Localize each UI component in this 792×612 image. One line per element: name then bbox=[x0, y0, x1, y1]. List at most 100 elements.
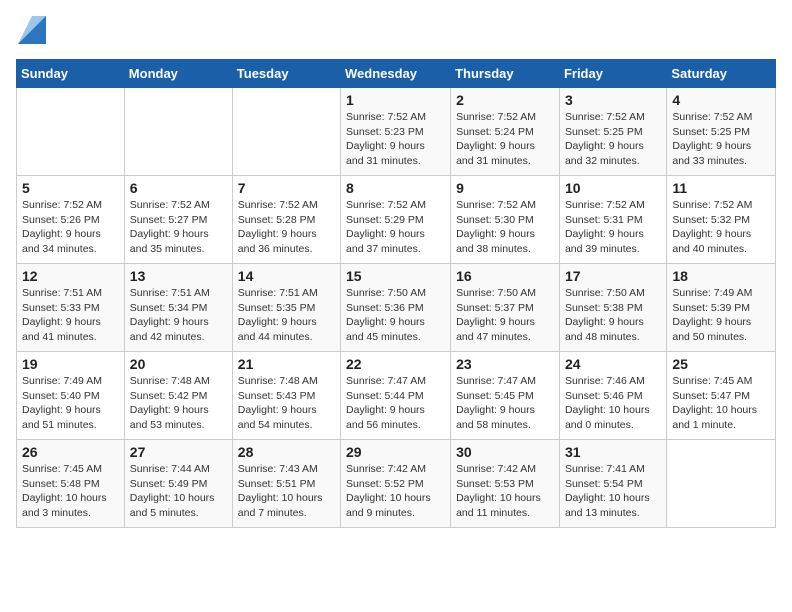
calendar-cell: 25 Sunrise: 7:45 AMSunset: 5:47 PMDayligh… bbox=[667, 352, 776, 440]
day-number: 13 bbox=[130, 268, 227, 284]
calendar-cell: 12Sunrise: 7:51 AMSunset: 5:33 PMDayligh… bbox=[17, 264, 125, 352]
day-number: 14 bbox=[238, 268, 335, 284]
day-number: 9 bbox=[456, 180, 554, 196]
calendar-cell: 6 Sunrise: 7:52 AMSunset: 5:27 PMDaylight… bbox=[124, 176, 232, 264]
day-number: 29 bbox=[346, 444, 445, 460]
calendar-week-row: 26 Sunrise: 7:45 AMSunset: 5:48 PMDayligh… bbox=[17, 440, 776, 528]
day-info: Sunrise: 7:52 AMSunset: 5:23 PMDaylight:… bbox=[346, 110, 445, 169]
day-info: Sunrise: 7:41 AMSunset: 5:54 PMDaylight:… bbox=[565, 462, 661, 521]
day-number: 12 bbox=[22, 268, 119, 284]
day-info: Sunrise: 7:48 AMSunset: 5:42 PMDaylight:… bbox=[130, 374, 227, 433]
day-info: Sunrise: 7:50 AMSunset: 5:37 PMDaylight:… bbox=[456, 286, 554, 345]
calendar-cell: 5 Sunrise: 7:52 AMSunset: 5:26 PMDaylight… bbox=[17, 176, 125, 264]
calendar-cell: 1 Sunrise: 7:52 AMSunset: 5:23 PMDaylight… bbox=[341, 88, 451, 176]
calendar-cell: 16 Sunrise: 7:50 AMSunset: 5:37 PMDayligh… bbox=[451, 264, 560, 352]
day-info: Sunrise: 7:52 AMSunset: 5:31 PMDaylight:… bbox=[565, 198, 661, 257]
day-info: Sunrise: 7:52 AMSunset: 5:25 PMDaylight:… bbox=[672, 110, 770, 169]
calendar-cell: 9 Sunrise: 7:52 AMSunset: 5:30 PMDaylight… bbox=[451, 176, 560, 264]
day-info: Sunrise: 7:45 AMSunset: 5:47 PMDaylight:… bbox=[672, 374, 770, 433]
day-number: 5 bbox=[22, 180, 119, 196]
calendar-cell: 30 Sunrise: 7:42 AMSunset: 5:53 PMDayligh… bbox=[451, 440, 560, 528]
day-number: 26 bbox=[22, 444, 119, 460]
calendar-cell: 22Sunrise: 7:47 AMSunset: 5:44 PMDayligh… bbox=[341, 352, 451, 440]
day-number: 28 bbox=[238, 444, 335, 460]
calendar-cell bbox=[17, 88, 125, 176]
day-number: 16 bbox=[456, 268, 554, 284]
calendar-header-row: SundayMondayTuesdayWednesdayThursdayFrid… bbox=[17, 60, 776, 88]
calendar-cell: 28 Sunrise: 7:43 AMSunset: 5:51 PMDayligh… bbox=[232, 440, 340, 528]
calendar-week-row: 5 Sunrise: 7:52 AMSunset: 5:26 PMDaylight… bbox=[17, 176, 776, 264]
calendar-cell: 20 Sunrise: 7:48 AMSunset: 5:42 PMDayligh… bbox=[124, 352, 232, 440]
logo-icon bbox=[18, 16, 46, 44]
day-number: 31 bbox=[565, 444, 661, 460]
day-info: Sunrise: 7:45 AMSunset: 5:48 PMDaylight:… bbox=[22, 462, 119, 521]
day-number: 25 bbox=[672, 356, 770, 372]
logo bbox=[16, 16, 46, 49]
calendar-cell: 18Sunrise: 7:49 AMSunset: 5:39 PMDayligh… bbox=[667, 264, 776, 352]
calendar-week-row: 1 Sunrise: 7:52 AMSunset: 5:23 PMDaylight… bbox=[17, 88, 776, 176]
calendar-cell: 4 Sunrise: 7:52 AMSunset: 5:25 PMDaylight… bbox=[667, 88, 776, 176]
day-number: 2 bbox=[456, 92, 554, 108]
weekday-header: Sunday bbox=[17, 60, 125, 88]
calendar-cell: 13Sunrise: 7:51 AMSunset: 5:34 PMDayligh… bbox=[124, 264, 232, 352]
day-info: Sunrise: 7:52 AMSunset: 5:26 PMDaylight:… bbox=[22, 198, 119, 257]
calendar-cell: 21Sunrise: 7:48 AMSunset: 5:43 PMDayligh… bbox=[232, 352, 340, 440]
weekday-header: Saturday bbox=[667, 60, 776, 88]
day-number: 17 bbox=[565, 268, 661, 284]
day-number: 6 bbox=[130, 180, 227, 196]
day-number: 21 bbox=[238, 356, 335, 372]
calendar-week-row: 19 Sunrise: 7:49 AMSunset: 5:40 PMDayligh… bbox=[17, 352, 776, 440]
day-number: 15 bbox=[346, 268, 445, 284]
calendar-cell bbox=[232, 88, 340, 176]
day-number: 18 bbox=[672, 268, 770, 284]
day-info: Sunrise: 7:52 AMSunset: 5:29 PMDaylight:… bbox=[346, 198, 445, 257]
calendar-cell: 26 Sunrise: 7:45 AMSunset: 5:48 PMDayligh… bbox=[17, 440, 125, 528]
day-info: Sunrise: 7:52 AMSunset: 5:32 PMDaylight:… bbox=[672, 198, 770, 257]
day-info: Sunrise: 7:52 AMSunset: 5:24 PMDaylight:… bbox=[456, 110, 554, 169]
calendar-cell: 31 Sunrise: 7:41 AMSunset: 5:54 PMDayligh… bbox=[559, 440, 666, 528]
calendar-cell: 23 Sunrise: 7:47 AMSunset: 5:45 PMDayligh… bbox=[451, 352, 560, 440]
day-info: Sunrise: 7:52 AMSunset: 5:27 PMDaylight:… bbox=[130, 198, 227, 257]
day-number: 7 bbox=[238, 180, 335, 196]
calendar-cell: 15 Sunrise: 7:50 AMSunset: 5:36 PMDayligh… bbox=[341, 264, 451, 352]
day-info: Sunrise: 7:43 AMSunset: 5:51 PMDaylight:… bbox=[238, 462, 335, 521]
day-number: 22 bbox=[346, 356, 445, 372]
calendar-cell: 2 Sunrise: 7:52 AMSunset: 5:24 PMDaylight… bbox=[451, 88, 560, 176]
day-number: 20 bbox=[130, 356, 227, 372]
weekday-header: Thursday bbox=[451, 60, 560, 88]
day-info: Sunrise: 7:51 AMSunset: 5:35 PMDaylight:… bbox=[238, 286, 335, 345]
calendar-cell bbox=[124, 88, 232, 176]
day-info: Sunrise: 7:49 AMSunset: 5:40 PMDaylight:… bbox=[22, 374, 119, 433]
day-info: Sunrise: 7:50 AMSunset: 5:36 PMDaylight:… bbox=[346, 286, 445, 345]
day-info: Sunrise: 7:42 AMSunset: 5:52 PMDaylight:… bbox=[346, 462, 445, 521]
day-info: Sunrise: 7:42 AMSunset: 5:53 PMDaylight:… bbox=[456, 462, 554, 521]
weekday-header: Monday bbox=[124, 60, 232, 88]
calendar-cell: 19 Sunrise: 7:49 AMSunset: 5:40 PMDayligh… bbox=[17, 352, 125, 440]
day-info: Sunrise: 7:50 AMSunset: 5:38 PMDaylight:… bbox=[565, 286, 661, 345]
calendar-week-row: 12Sunrise: 7:51 AMSunset: 5:33 PMDayligh… bbox=[17, 264, 776, 352]
weekday-header: Tuesday bbox=[232, 60, 340, 88]
day-number: 4 bbox=[672, 92, 770, 108]
day-number: 23 bbox=[456, 356, 554, 372]
day-number: 30 bbox=[456, 444, 554, 460]
day-info: Sunrise: 7:47 AMSunset: 5:45 PMDaylight:… bbox=[456, 374, 554, 433]
day-info: Sunrise: 7:52 AMSunset: 5:28 PMDaylight:… bbox=[238, 198, 335, 257]
weekday-header: Wednesday bbox=[341, 60, 451, 88]
day-info: Sunrise: 7:46 AMSunset: 5:46 PMDaylight:… bbox=[565, 374, 661, 433]
day-number: 27 bbox=[130, 444, 227, 460]
calendar-cell: 24Sunrise: 7:46 AMSunset: 5:46 PMDayligh… bbox=[559, 352, 666, 440]
page-header bbox=[16, 16, 776, 49]
calendar-cell: 8Sunrise: 7:52 AMSunset: 5:29 PMDaylight… bbox=[341, 176, 451, 264]
calendar-cell bbox=[667, 440, 776, 528]
calendar-cell: 7 Sunrise: 7:52 AMSunset: 5:28 PMDaylight… bbox=[232, 176, 340, 264]
calendar-cell: 10 Sunrise: 7:52 AMSunset: 5:31 PMDayligh… bbox=[559, 176, 666, 264]
day-number: 11 bbox=[672, 180, 770, 196]
calendar-cell: 29 Sunrise: 7:42 AMSunset: 5:52 PMDayligh… bbox=[341, 440, 451, 528]
day-number: 10 bbox=[565, 180, 661, 196]
day-number: 1 bbox=[346, 92, 445, 108]
calendar-cell: 3Sunrise: 7:52 AMSunset: 5:25 PMDaylight… bbox=[559, 88, 666, 176]
day-info: Sunrise: 7:52 AMSunset: 5:30 PMDaylight:… bbox=[456, 198, 554, 257]
weekday-header: Friday bbox=[559, 60, 666, 88]
calendar-cell: 14 Sunrise: 7:51 AMSunset: 5:35 PMDayligh… bbox=[232, 264, 340, 352]
day-number: 19 bbox=[22, 356, 119, 372]
